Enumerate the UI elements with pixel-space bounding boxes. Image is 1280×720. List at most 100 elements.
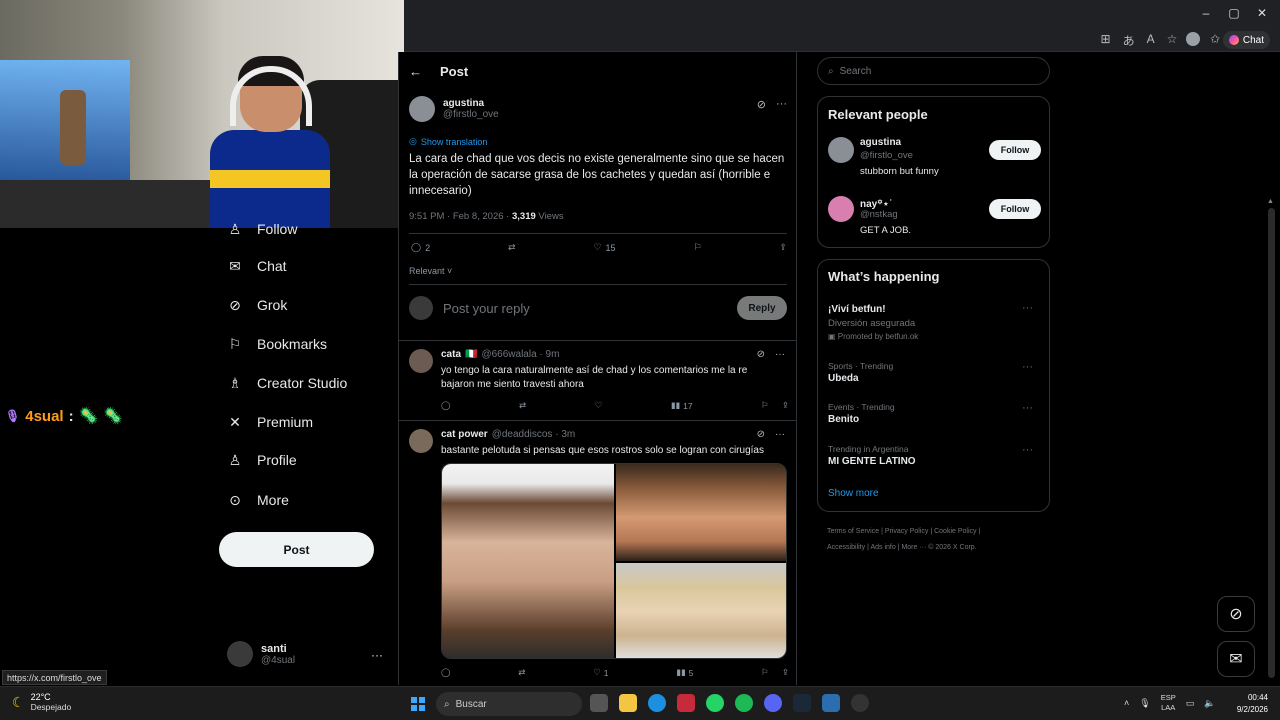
share-icon[interactable]: ⇪ (782, 400, 789, 411)
apps-icon[interactable]: ⊞ (1101, 32, 1111, 49)
like-action[interactable]: ♡ 15 (593, 242, 615, 253)
views-action[interactable]: ▮▮ 17 (671, 400, 693, 411)
views-action[interactable]: ▮▮ 5 (676, 667, 693, 678)
more-icon[interactable]: ··· (1022, 302, 1033, 314)
person-avatar[interactable] (828, 137, 854, 163)
more-circle-icon: ⊙ (229, 491, 241, 508)
reply-icon[interactable]: ◯ (441, 400, 451, 411)
browser-profile-avatar[interactable] (1186, 32, 1200, 46)
person-item[interactable]: nay꙳⋆˙ @nstkag GET A JOB. Follow (828, 196, 1041, 241)
trend-item[interactable]: Sports · Trending Ubeda ··· (828, 361, 1041, 384)
compose-post-button[interactable]: Post (219, 532, 374, 567)
follow-button[interactable]: Follow (989, 140, 1041, 160)
reply-input[interactable]: Post your reply (443, 301, 727, 316)
grok-icon[interactable]: ⊘ (757, 98, 766, 111)
like-action[interactable]: ♡ 1 (593, 667, 608, 678)
discord-icon[interactable] (764, 694, 782, 712)
maximize-button[interactable]: ▢ (1224, 6, 1244, 20)
nav-chat[interactable]: ✉ Chat (227, 253, 286, 279)
scroll-up-arrow-icon[interactable]: ▲ (1267, 198, 1274, 205)
reply-button[interactable]: Reply (737, 296, 787, 320)
more-icon[interactable]: ··· (1022, 402, 1033, 414)
trend-item[interactable]: ¡Viví betfun! Diversión asegurada ▣ Prom… (828, 302, 1041, 341)
media-photo[interactable] (442, 464, 614, 658)
steam-icon[interactable] (793, 694, 811, 712)
nav-premium[interactable]: ✕ Premium (227, 409, 313, 435)
op-name[interactable]: agustina (443, 98, 499, 109)
repost-action[interactable]: ⇄ (508, 242, 516, 253)
favorites-icon[interactable]: ✩ (1210, 32, 1220, 49)
search-input[interactable]: ⌕ Search (817, 57, 1050, 85)
person-item[interactable]: agustina @firstlo_ove stubborn but funny… (828, 137, 1041, 182)
follow-button[interactable]: Follow (989, 199, 1041, 219)
op-avatar[interactable] (409, 96, 435, 122)
person-avatar[interactable] (828, 196, 854, 222)
bookmark-icon[interactable]: ⚐ (761, 667, 769, 678)
app-icon[interactable] (677, 694, 695, 712)
bookmark-action[interactable]: ⚐ (693, 242, 701, 253)
footer-links[interactable]: Terms of Service | Privacy Policy | Cook… (827, 524, 1057, 556)
sort-dropdown[interactable]: Relevant ˅ (409, 266, 452, 276)
like-action[interactable]: ♡ (595, 400, 603, 411)
more-icon[interactable]: ··· (775, 349, 785, 360)
nav-grok[interactable]: ⊘ Grok (227, 292, 287, 318)
obs-icon[interactable] (851, 694, 869, 712)
more-icon[interactable]: ··· (1022, 361, 1033, 373)
back-arrow-icon[interactable]: ← (409, 64, 422, 79)
account-more-icon[interactable]: ··· (371, 648, 383, 662)
copilot-chat-button[interactable]: Chat (1222, 31, 1270, 49)
chevron-up-icon[interactable]: ˄ (1124, 698, 1129, 708)
messages-fab-button[interactable]: ✉ (1217, 641, 1255, 677)
repost-icon[interactable]: ⇄ (519, 400, 526, 411)
grok-fab-button[interactable]: ⊘ (1217, 596, 1255, 632)
nav-creator-studio[interactable]: ♗ Creator Studio (227, 370, 348, 396)
more-icon[interactable]: ··· (776, 98, 787, 111)
close-button[interactable]: ✕ (1252, 6, 1272, 20)
translate-icon[interactable]: あ (1123, 32, 1135, 49)
mic-icon[interactable]: 🎙 (1139, 698, 1150, 709)
reply-action[interactable]: ◯ 2 (411, 242, 430, 253)
language-indicator[interactable]: ESP LAA (1161, 693, 1176, 713)
taskbar-search[interactable]: ⌕ Buscar (436, 692, 582, 716)
account-name: santi (261, 642, 287, 655)
reply-icon[interactable]: ◯ (441, 667, 451, 678)
edge-icon[interactable] (648, 694, 666, 712)
op-author[interactable]: agustina @firstlo_ove (409, 96, 789, 122)
visual-studio-icon[interactable] (822, 694, 840, 712)
spotify-icon[interactable] (735, 694, 753, 712)
file-explorer-icon[interactable] (619, 694, 637, 712)
grok-icon[interactable]: ⊘ (757, 429, 765, 440)
trend-item[interactable]: Trending in Argentina MI GENTE LATINO ··… (828, 444, 1041, 467)
scrollbar[interactable] (1268, 208, 1275, 678)
weather-widget[interactable]: ☾ 22°C Despejado (12, 692, 71, 712)
nav-bookmarks[interactable]: ⚐ Bookmarks (227, 331, 327, 357)
reply-media-grid[interactable] (441, 463, 787, 659)
share-icon[interactable]: ⇪ (782, 667, 789, 678)
bookmark-icon[interactable]: ⚐ (761, 400, 769, 411)
more-icon[interactable]: ··· (1022, 444, 1033, 456)
whatsapp-icon[interactable] (706, 694, 724, 712)
reply-avatar[interactable] (409, 429, 433, 453)
start-button[interactable] (411, 697, 425, 711)
minimize-button[interactable]: – (1196, 6, 1216, 20)
show-more-link[interactable]: Show more (828, 488, 879, 499)
task-view-icon[interactable] (590, 694, 608, 712)
media-photo[interactable] (616, 464, 786, 561)
repost-icon[interactable]: ⇄ (518, 667, 525, 678)
reply-avatar[interactable] (409, 349, 433, 373)
display-icon[interactable]: ▭ (1186, 698, 1195, 709)
nav-more[interactable]: ⊙ More (227, 487, 289, 513)
nav-follow[interactable]: ♙ Follow (227, 216, 298, 242)
media-photo[interactable] (616, 563, 786, 658)
show-translation-link[interactable]: ◎ Show translation (409, 136, 789, 147)
trend-item[interactable]: Events · Trending Benito ··· (828, 402, 1041, 425)
favorite-star-icon[interactable]: ☆ (1167, 32, 1178, 49)
share-action[interactable]: ⇪ (779, 242, 787, 253)
grok-icon[interactable]: ⊘ (757, 349, 765, 360)
more-icon[interactable]: ··· (775, 429, 785, 440)
account-switcher[interactable]: santi @4sual (227, 641, 295, 667)
read-aloud-icon[interactable]: A (1147, 32, 1155, 49)
volume-icon[interactable]: 🔈 (1204, 698, 1215, 709)
nav-profile[interactable]: ♙ Profile (227, 447, 297, 473)
clock[interactable]: 00:44 9/2/2026 (1230, 692, 1268, 716)
